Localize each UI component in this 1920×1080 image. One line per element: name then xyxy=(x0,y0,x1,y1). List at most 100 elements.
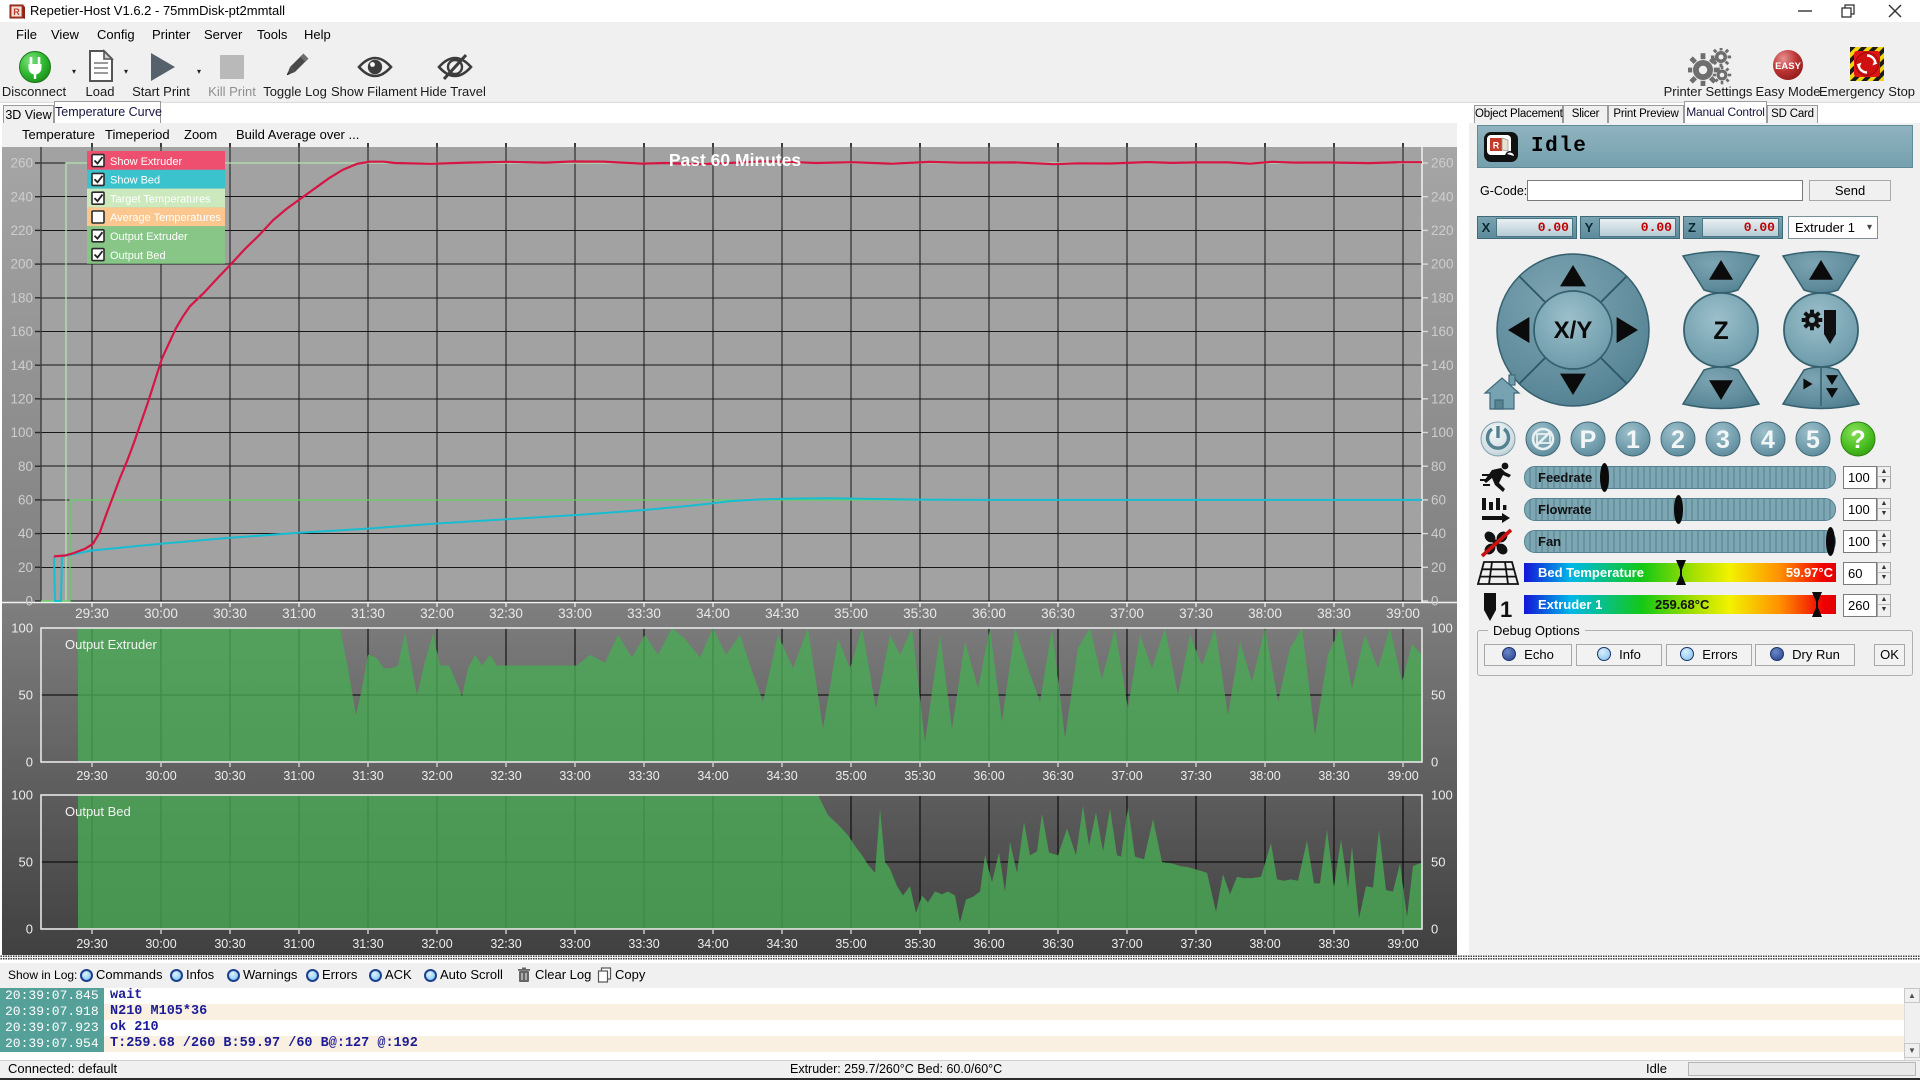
svg-text:100: 100 xyxy=(1431,425,1454,440)
svg-text:EASY: EASY xyxy=(1775,61,1802,72)
svg-text:31:00: 31:00 xyxy=(283,937,314,951)
svg-text:Output Bed: Output Bed xyxy=(110,250,166,262)
svg-text:0: 0 xyxy=(1431,594,1439,609)
svg-text:37:30: 37:30 xyxy=(1180,769,1211,783)
svg-text:34:30: 34:30 xyxy=(766,769,797,783)
svg-text:260: 260 xyxy=(1431,156,1454,171)
svg-text:33:00: 33:00 xyxy=(559,937,590,951)
svg-text:35:30: 35:30 xyxy=(904,937,935,951)
svg-text:R: R xyxy=(1493,141,1500,151)
svg-text:200: 200 xyxy=(1431,257,1454,272)
svg-text:240: 240 xyxy=(1431,189,1454,204)
svg-text:Past 60 Minutes: Past 60 Minutes xyxy=(669,150,802,170)
svg-text:35:00: 35:00 xyxy=(835,769,866,783)
svg-text:35:00: 35:00 xyxy=(835,937,866,951)
svg-text:34:00: 34:00 xyxy=(697,937,728,951)
svg-text:31:30: 31:30 xyxy=(352,769,383,783)
svg-text:30:00: 30:00 xyxy=(145,769,176,783)
svg-text:140: 140 xyxy=(1431,358,1454,373)
svg-text:1: 1 xyxy=(1626,426,1640,454)
svg-text:?: ? xyxy=(1850,426,1865,454)
svg-text:36:30: 36:30 xyxy=(1041,606,1075,621)
svg-text:120: 120 xyxy=(1431,391,1454,406)
svg-text:37:30: 37:30 xyxy=(1180,937,1211,951)
svg-text:0: 0 xyxy=(26,755,33,770)
svg-text:38:00: 38:00 xyxy=(1249,769,1280,783)
svg-text:R: R xyxy=(13,7,20,17)
svg-text:40: 40 xyxy=(18,526,33,541)
svg-text:Show Extruder: Show Extruder xyxy=(110,156,182,168)
svg-text:32:00: 32:00 xyxy=(420,606,454,621)
svg-text:60: 60 xyxy=(18,493,33,508)
svg-text:30:30: 30:30 xyxy=(214,937,245,951)
svg-text:30:30: 30:30 xyxy=(214,769,245,783)
svg-text:36:00: 36:00 xyxy=(973,937,1004,951)
svg-text:37:30: 37:30 xyxy=(1179,606,1213,621)
svg-text:38:00: 38:00 xyxy=(1248,606,1282,621)
svg-text:3: 3 xyxy=(1716,426,1730,454)
svg-text:37:00: 37:00 xyxy=(1111,937,1142,951)
svg-text:0: 0 xyxy=(1431,922,1438,937)
svg-text:Target Temperatures: Target Temperatures xyxy=(110,193,211,205)
svg-text:32:30: 32:30 xyxy=(489,606,523,621)
svg-text:36:00: 36:00 xyxy=(972,606,1006,621)
svg-text:5: 5 xyxy=(1806,426,1820,454)
svg-text:39:00: 39:00 xyxy=(1387,937,1418,951)
svg-text:180: 180 xyxy=(10,290,33,305)
svg-text:100: 100 xyxy=(1431,621,1453,636)
svg-text:1: 1 xyxy=(1500,597,1512,622)
svg-text:33:30: 33:30 xyxy=(628,769,659,783)
svg-text:50: 50 xyxy=(19,855,33,870)
svg-text:37:00: 37:00 xyxy=(1110,606,1144,621)
svg-text:0: 0 xyxy=(25,594,33,609)
svg-text:160: 160 xyxy=(1431,324,1454,339)
svg-text:50: 50 xyxy=(19,688,33,703)
svg-text:P: P xyxy=(1580,426,1597,454)
svg-text:50: 50 xyxy=(1431,688,1445,703)
svg-text:Output Extruder: Output Extruder xyxy=(110,231,188,243)
svg-text:100: 100 xyxy=(11,788,33,803)
svg-text:33:30: 33:30 xyxy=(628,937,659,951)
svg-text:100: 100 xyxy=(11,621,33,636)
svg-text:33:00: 33:00 xyxy=(559,769,590,783)
svg-text:38:00: 38:00 xyxy=(1249,937,1280,951)
svg-text:29:30: 29:30 xyxy=(76,937,107,951)
svg-text:33:00: 33:00 xyxy=(558,606,592,621)
svg-text:29:30: 29:30 xyxy=(75,606,109,621)
svg-text:30:00: 30:00 xyxy=(145,937,176,951)
svg-text:38:30: 38:30 xyxy=(1318,769,1349,783)
svg-text:4: 4 xyxy=(1761,426,1775,454)
svg-text:32:00: 32:00 xyxy=(421,937,452,951)
svg-text:31:00: 31:00 xyxy=(283,769,314,783)
svg-text:36:00: 36:00 xyxy=(973,769,1004,783)
svg-text:35:00: 35:00 xyxy=(834,606,868,621)
svg-text:Z: Z xyxy=(1713,317,1728,345)
svg-text:20: 20 xyxy=(1431,560,1446,575)
svg-text:38:30: 38:30 xyxy=(1317,606,1351,621)
svg-text:160: 160 xyxy=(10,324,33,339)
svg-text:0: 0 xyxy=(1431,755,1438,770)
svg-text:35:30: 35:30 xyxy=(904,769,935,783)
svg-text:32:30: 32:30 xyxy=(490,937,521,951)
svg-text:220: 220 xyxy=(1431,223,1454,238)
svg-text:37:00: 37:00 xyxy=(1111,769,1142,783)
svg-text:33:30: 33:30 xyxy=(627,606,661,621)
svg-text:32:00: 32:00 xyxy=(421,769,452,783)
svg-text:80: 80 xyxy=(1431,459,1446,474)
svg-text:31:30: 31:30 xyxy=(352,937,383,951)
svg-text:38:30: 38:30 xyxy=(1318,937,1349,951)
svg-text:140: 140 xyxy=(10,358,33,373)
svg-text:2: 2 xyxy=(1671,426,1685,454)
svg-text:120: 120 xyxy=(10,391,33,406)
svg-text:32:30: 32:30 xyxy=(490,769,521,783)
svg-text:35:30: 35:30 xyxy=(903,606,937,621)
svg-text:Average Temperatures: Average Temperatures xyxy=(110,212,221,224)
svg-text:36:30: 36:30 xyxy=(1042,937,1073,951)
svg-text:34:00: 34:00 xyxy=(697,769,728,783)
svg-text:Output Bed: Output Bed xyxy=(65,804,131,819)
svg-text:30:00: 30:00 xyxy=(144,606,178,621)
svg-text:34:00: 34:00 xyxy=(696,606,730,621)
svg-text:36:30: 36:30 xyxy=(1042,769,1073,783)
svg-text:30:30: 30:30 xyxy=(213,606,247,621)
svg-text:50: 50 xyxy=(1431,855,1445,870)
